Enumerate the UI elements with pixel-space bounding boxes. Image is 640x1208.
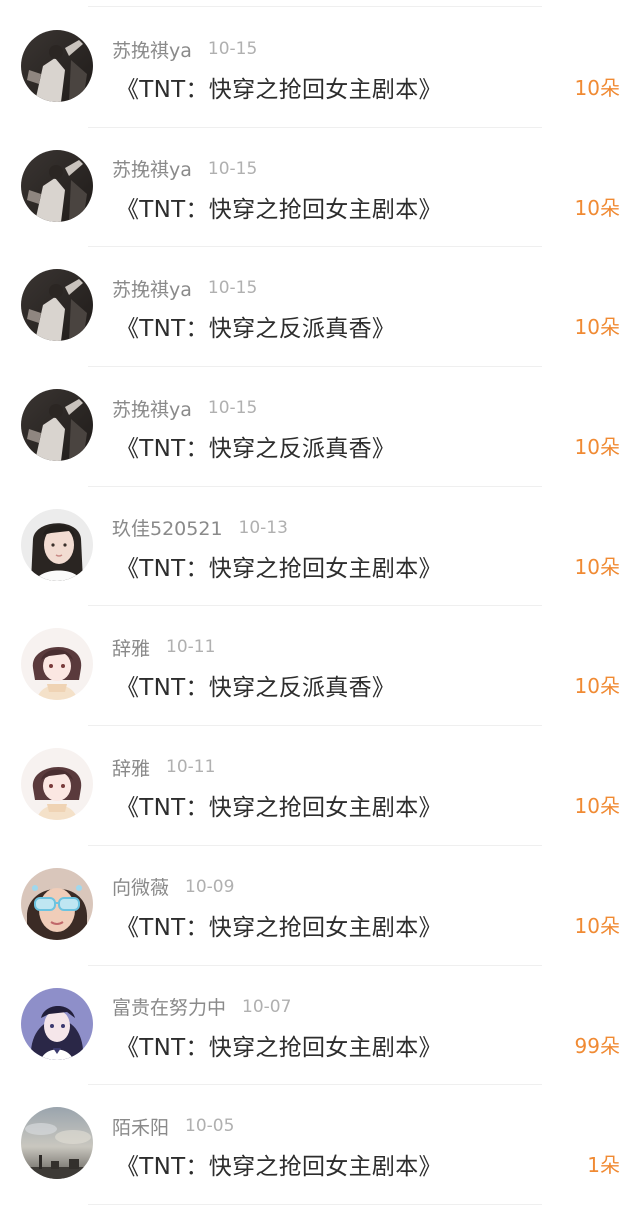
list-item[interactable]: 向微薇 10-09 《TNT：快穿之抢回女主剧本》 10朵 xyxy=(0,846,640,966)
flower-count: 10朵 xyxy=(574,794,620,819)
date: 10-09 xyxy=(185,876,235,897)
username[interactable]: 苏挽祺ya xyxy=(112,155,192,182)
flower-count: 10朵 xyxy=(574,674,620,699)
item-meta: 苏挽祺ya 10-15 xyxy=(112,395,257,421)
sunglasses-girl-avatar-icon xyxy=(21,867,93,940)
dark-performer-avatar-icon xyxy=(21,149,93,222)
list-item[interactable]: 玖佳520521 10-13 《TNT：快穿之抢回女主剧本》 10朵 xyxy=(0,487,640,607)
username[interactable]: 苏挽祺ya xyxy=(112,36,192,63)
flower-count: 10朵 xyxy=(574,554,620,579)
item-meta: 玖佳520521 10-13 xyxy=(112,515,288,541)
avatar[interactable] xyxy=(21,389,93,462)
dark-performer-avatar-icon xyxy=(21,30,93,102)
item-meta: 苏挽祺ya 10-15 xyxy=(112,36,257,62)
item-meta: 苏挽祺ya 10-15 xyxy=(112,275,257,301)
item-meta: 陌禾阳 10-05 xyxy=(112,1113,234,1139)
work-title[interactable]: 《TNT：快穿之抢回女主剧本》 xyxy=(116,70,442,104)
username[interactable]: 苏挽祺ya xyxy=(112,395,192,422)
work-title[interactable]: 《TNT：快穿之抢回女主剧本》 xyxy=(116,1028,442,1062)
avatar[interactable] xyxy=(21,1107,93,1180)
work-title[interactable]: 《TNT：快穿之抢回女主剧本》 xyxy=(116,190,442,224)
date: 10-15 xyxy=(207,39,258,59)
flower-count: 99朵 xyxy=(574,1033,620,1058)
date: 10-11 xyxy=(166,757,216,778)
top-divider xyxy=(88,6,542,7)
date: 10-11 xyxy=(166,637,216,658)
username[interactable]: 向微薇 xyxy=(112,873,169,900)
sky-landscape-avatar-icon xyxy=(21,1107,93,1180)
item-meta: 苏挽祺ya 10-15 xyxy=(112,156,257,182)
avatar[interactable] xyxy=(21,508,93,581)
list-item[interactable]: 辞雅 10-11 《TNT：快穿之抢回女主剧本》 10朵 xyxy=(0,726,640,846)
date: 10-15 xyxy=(207,398,258,419)
anime-girl-avatar-icon xyxy=(21,628,93,701)
avatar[interactable] xyxy=(21,987,93,1060)
date: 10-15 xyxy=(207,278,258,299)
dark-performer-avatar-icon xyxy=(21,269,93,342)
item-meta: 向微薇 10-09 xyxy=(112,874,234,900)
flower-count: 10朵 xyxy=(574,195,620,220)
work-title[interactable]: 《TNT：快穿之抢回女主剧本》 xyxy=(116,1147,442,1181)
avatar[interactable] xyxy=(21,867,93,940)
item-meta: 辞雅 10-11 xyxy=(112,754,215,780)
work-title[interactable]: 《TNT：快穿之抢回女主剧本》 xyxy=(116,788,442,822)
work-title[interactable]: 《TNT：快穿之反派真香》 xyxy=(116,668,395,702)
item-meta: 富贵在努力中 10-07 xyxy=(112,994,291,1020)
flower-count: 10朵 xyxy=(574,435,620,460)
username[interactable]: 苏挽祺ya xyxy=(112,275,192,302)
list-item[interactable]: 苏挽祺ya 10-15 《TNT：快穿之反派真香》 10朵 xyxy=(0,247,640,367)
flower-count: 10朵 xyxy=(574,76,620,100)
girl-photo-avatar-icon xyxy=(21,508,93,581)
item-meta: 辞雅 10-11 xyxy=(112,634,215,660)
avatar[interactable] xyxy=(21,628,93,701)
list-item[interactable]: 富贵在努力中 10-07 《TNT：快穿之抢回女主剧本》 99朵 xyxy=(0,966,640,1086)
username[interactable]: 富贵在努力中 xyxy=(112,993,226,1020)
date: 10-07 xyxy=(242,996,292,1017)
gift-record-list: 苏挽祺ya 10-15 《TNT：快穿之抢回女主剧本》 10朵 苏挽祺ya 10… xyxy=(0,8,640,1205)
list-item[interactable]: 苏挽祺ya 10-15 《TNT：快穿之反派真香》 10朵 xyxy=(0,367,640,487)
avatar[interactable] xyxy=(21,30,93,102)
work-title[interactable]: 《TNT：快穿之抢回女主剧本》 xyxy=(116,908,442,942)
avatar[interactable] xyxy=(21,269,93,342)
flower-count: 10朵 xyxy=(574,913,620,938)
username[interactable]: 辞雅 xyxy=(112,634,150,661)
list-item[interactable]: 陌禾阳 10-05 《TNT：快穿之抢回女主剧本》 1朵 xyxy=(0,1085,640,1205)
list-item[interactable]: 辞雅 10-11 《TNT：快穿之反派真香》 10朵 xyxy=(0,606,640,726)
avatar[interactable] xyxy=(21,149,93,222)
date: 10-05 xyxy=(185,1116,235,1137)
avatar[interactable] xyxy=(21,748,93,821)
work-title[interactable]: 《TNT：快穿之抢回女主剧本》 xyxy=(116,549,442,583)
flower-count: 10朵 xyxy=(574,315,620,340)
date: 10-15 xyxy=(207,158,258,179)
dark-performer-avatar-icon xyxy=(21,389,93,462)
username[interactable]: 辞雅 xyxy=(112,754,150,781)
work-title[interactable]: 《TNT：快穿之反派真香》 xyxy=(116,429,395,463)
date: 10-13 xyxy=(238,517,288,538)
username[interactable]: 陌禾阳 xyxy=(112,1113,169,1140)
flower-count: 1朵 xyxy=(587,1153,620,1178)
anime-girl-avatar-icon xyxy=(21,748,93,821)
list-item[interactable]: 苏挽祺ya 10-15 《TNT：快穿之抢回女主剧本》 10朵 xyxy=(0,8,640,128)
anime-portrait-avatar-icon xyxy=(21,987,93,1060)
list-item[interactable]: 苏挽祺ya 10-15 《TNT：快穿之抢回女主剧本》 10朵 xyxy=(0,128,640,248)
work-title[interactable]: 《TNT：快穿之反派真香》 xyxy=(116,309,395,343)
username[interactable]: 玖佳520521 xyxy=(112,514,223,541)
